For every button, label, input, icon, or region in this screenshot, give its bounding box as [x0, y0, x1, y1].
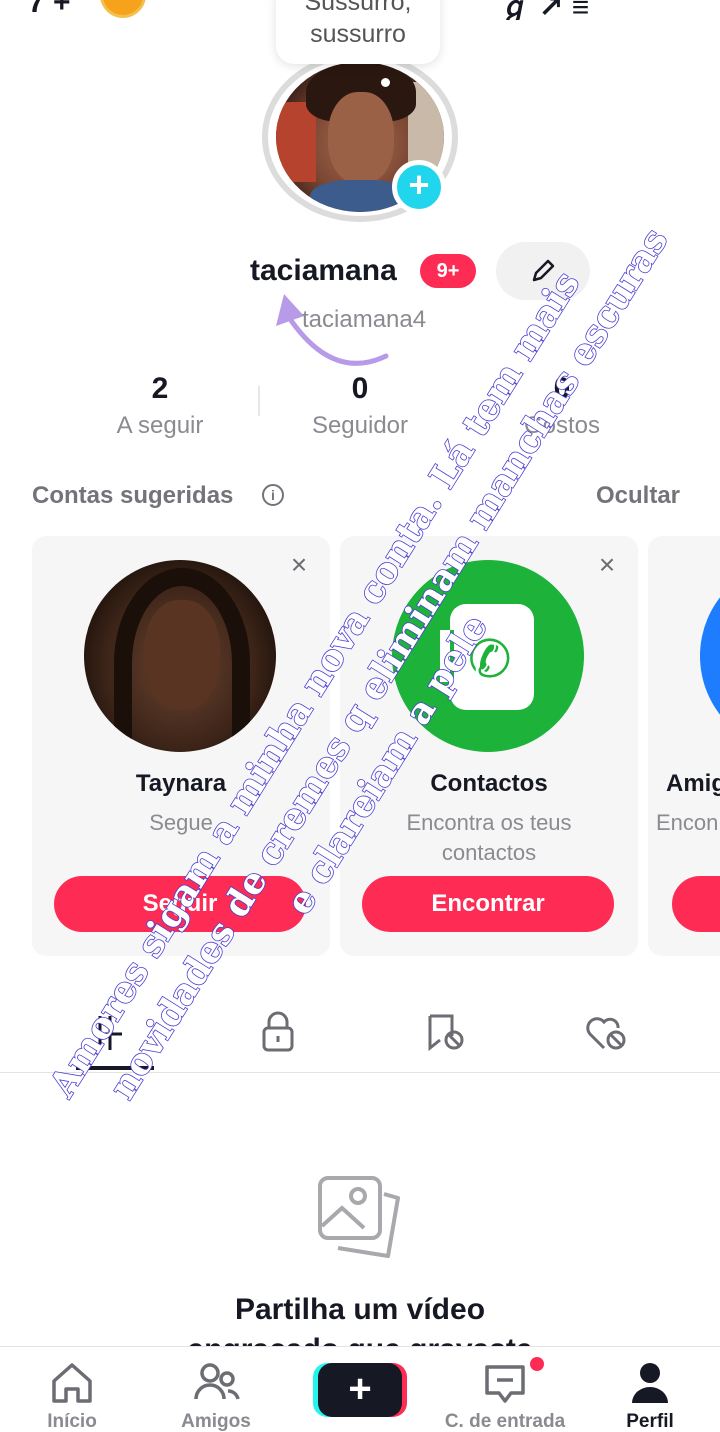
videos-grid-icon[interactable] [92, 1010, 128, 1054]
info-icon[interactable]: i [262, 484, 284, 506]
nav-home-label: Início [47, 1411, 97, 1432]
contacts-icon[interactable]: ✆ [392, 560, 584, 752]
suggested-subtitle: Segue [149, 810, 213, 835]
lock-icon[interactable] [260, 1010, 296, 1054]
friends-icon [194, 1363, 240, 1400]
active-tab-indicator [76, 1066, 154, 1070]
nav-profile[interactable]: Perfil [600, 1347, 700, 1432]
suggested-name: Taynara [135, 770, 227, 797]
status-right-text: ℊ ↗ ≡ [500, 0, 590, 20]
stat-likes[interactable]: 0 Gostos [462, 372, 662, 440]
pencil-icon [532, 259, 555, 282]
suggested-name: Contactos [430, 770, 548, 797]
suggested-card-contacts[interactable]: × ✆ Contactos Encontra os teus contactos… [340, 536, 638, 956]
stat-likes-label: Gostos [523, 412, 601, 439]
nav-friends[interactable]: Amigos [166, 1347, 266, 1432]
status-left-text: 7 + [28, 0, 71, 19]
profile-icon [632, 1363, 668, 1403]
inbox-notification-dot [530, 1357, 544, 1371]
stat-following-label: A seguir [116, 412, 204, 439]
find-contacts-button[interactable]: Encontrar [362, 876, 614, 932]
subtitle-line1: Encontra os teus [406, 810, 572, 835]
suggested-name: Amig [666, 770, 720, 797]
close-icon[interactable]: × [286, 551, 312, 580]
edit-profile-button[interactable] [496, 242, 590, 300]
create-button[interactable]: + [318, 1363, 402, 1417]
hide-suggested-button[interactable]: Ocultar [596, 482, 680, 510]
stat-following[interactable]: 2 A seguir [60, 372, 260, 440]
nav-inbox-label: C. de entrada [444, 1411, 566, 1432]
follow-button[interactable]: Seguir [54, 876, 306, 932]
stat-followers-label: Seguidor [311, 412, 409, 439]
suggested-subtitle: Encon [656, 810, 719, 835]
stat-likes-value: 0 [553, 372, 571, 405]
stat-following-value: 2 [151, 372, 169, 405]
bottom-nav: Início Amigos + C. de entrada Perfil [0, 1346, 720, 1432]
suggested-title: Contas sugeridas [32, 482, 234, 509]
friends-suggest-icon[interactable] [700, 560, 720, 752]
notification-badge[interactable]: 9+ [420, 254, 476, 288]
nav-home[interactable]: Início [22, 1347, 122, 1432]
note-line2: sussurro [310, 20, 406, 48]
liked-icon[interactable] [584, 1010, 628, 1054]
repost-icon[interactable] [426, 1010, 466, 1054]
suggested-avatar[interactable] [84, 560, 276, 752]
empty-state-title: Partilha um vídeo [234, 1293, 486, 1326]
suggested-card-friends[interactable]: Amig Encon [648, 536, 720, 956]
inbox-icon [485, 1365, 525, 1403]
stat-followers[interactable]: 0 Seguidor [260, 372, 460, 440]
add-avatar-button[interactable]: + [392, 160, 446, 214]
nav-friends-label: Amigos [181, 1411, 251, 1432]
stat-followers-value: 0 [351, 372, 369, 405]
tabs-divider [0, 1072, 720, 1073]
photo-stack-icon [318, 1176, 400, 1258]
username: taciamana [250, 254, 397, 287]
home-icon [52, 1363, 92, 1403]
note-bubble[interactable]: Sussurro, sussurro [276, 0, 440, 64]
suggested-subtitle: Encontra os teus contactos [340, 808, 638, 868]
note-line1: Sussurro, [304, 0, 412, 16]
suggested-card-taynara[interactable]: × Taynara Segue Seguir [32, 536, 330, 956]
nav-profile-label: Perfil [626, 1411, 674, 1432]
coin-icon [100, 0, 146, 18]
close-icon[interactable]: × [594, 551, 620, 580]
suggested-button[interactable] [672, 876, 720, 932]
note-dot [381, 78, 390, 87]
user-handle: taciamana4 [302, 306, 427, 333]
subtitle-line2: contactos [441, 840, 537, 865]
nav-inbox[interactable]: C. de entrada [430, 1347, 580, 1432]
